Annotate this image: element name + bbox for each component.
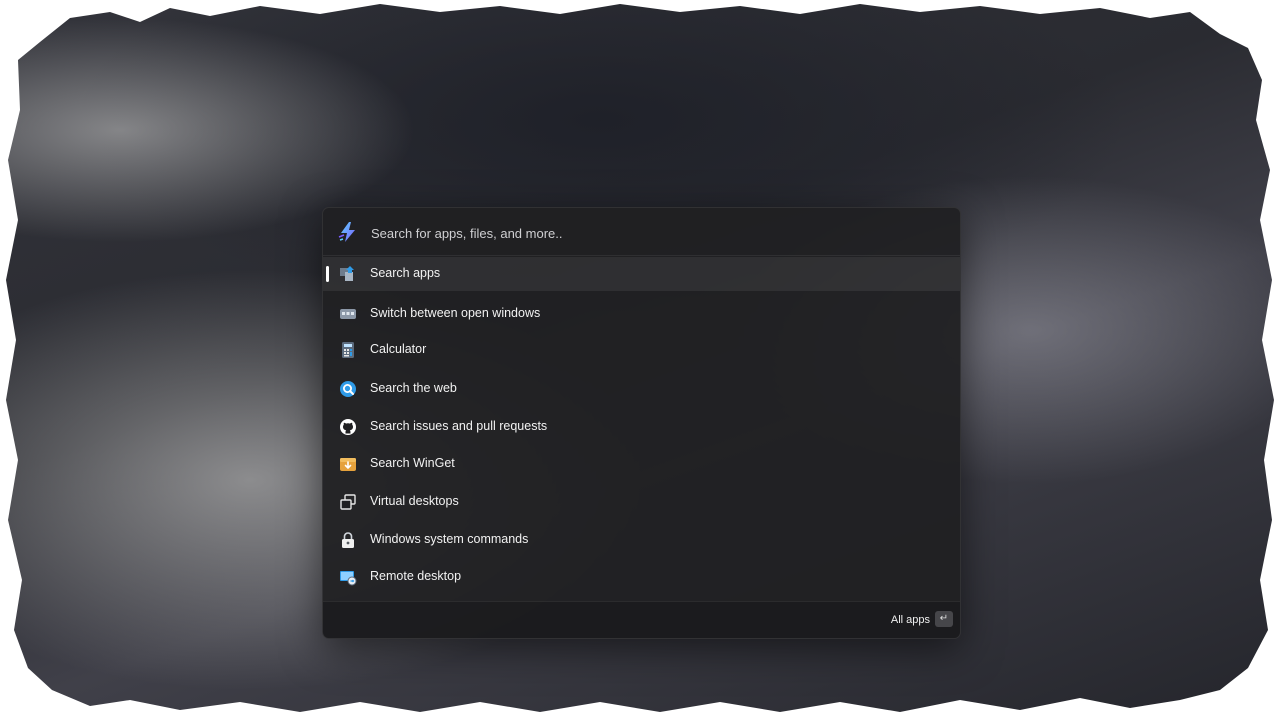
all-apps-button[interactable]: All apps [891,614,930,626]
search-input[interactable] [369,220,943,246]
list-item-label: Windows system commands [370,532,529,546]
enter-key-icon: ↵ [935,611,953,627]
remote-desktop-icon [340,571,357,586]
list-item-label: Search the web [370,381,457,395]
search-bar [323,208,960,256]
window-walker-icon [340,309,356,319]
list-item-label: Calculator [370,342,427,356]
list-item-label: Switch between open windows [370,306,541,320]
list-item-remote-desktop[interactable]: Remote desktop [323,560,960,594]
calculator-icon [342,342,354,358]
selection-indicator [326,266,329,282]
command-palette: Search apps Switch between open windows [322,207,961,639]
launcher-footer: All apps ↵ [323,601,960,638]
powertoys-run-logo-icon [338,222,355,242]
list-item-virtual-desktops[interactable]: Virtual desktops [323,485,960,519]
list-item-label: Virtual desktops [370,494,459,508]
github-icon [340,419,356,435]
lock-icon [342,532,354,548]
list-item-switch-windows[interactable]: Switch between open windows [323,297,960,331]
list-item-search-web[interactable]: Search the web [323,372,960,406]
list-item-label: Search apps [370,266,441,280]
list-item-search-apps[interactable]: Search apps [323,257,960,291]
search-apps-icon [340,266,354,281]
list-item-github[interactable]: Search issues and pull requests [323,410,960,444]
list-item-label: Search WinGet [370,456,455,470]
list-item-system-commands[interactable]: Windows system commands [323,523,960,557]
winget-icon [340,458,356,471]
web-search-icon [340,381,356,397]
list-item-calculator[interactable]: Calculator [323,333,960,367]
virtual-desktops-icon [340,494,356,510]
list-item-winget[interactable]: Search WinGet [323,447,960,481]
desktop: Search apps Switch between open windows [0,0,1280,720]
list-item-label: Remote desktop [370,569,462,583]
list-item-label: Search issues and pull requests [370,419,548,433]
